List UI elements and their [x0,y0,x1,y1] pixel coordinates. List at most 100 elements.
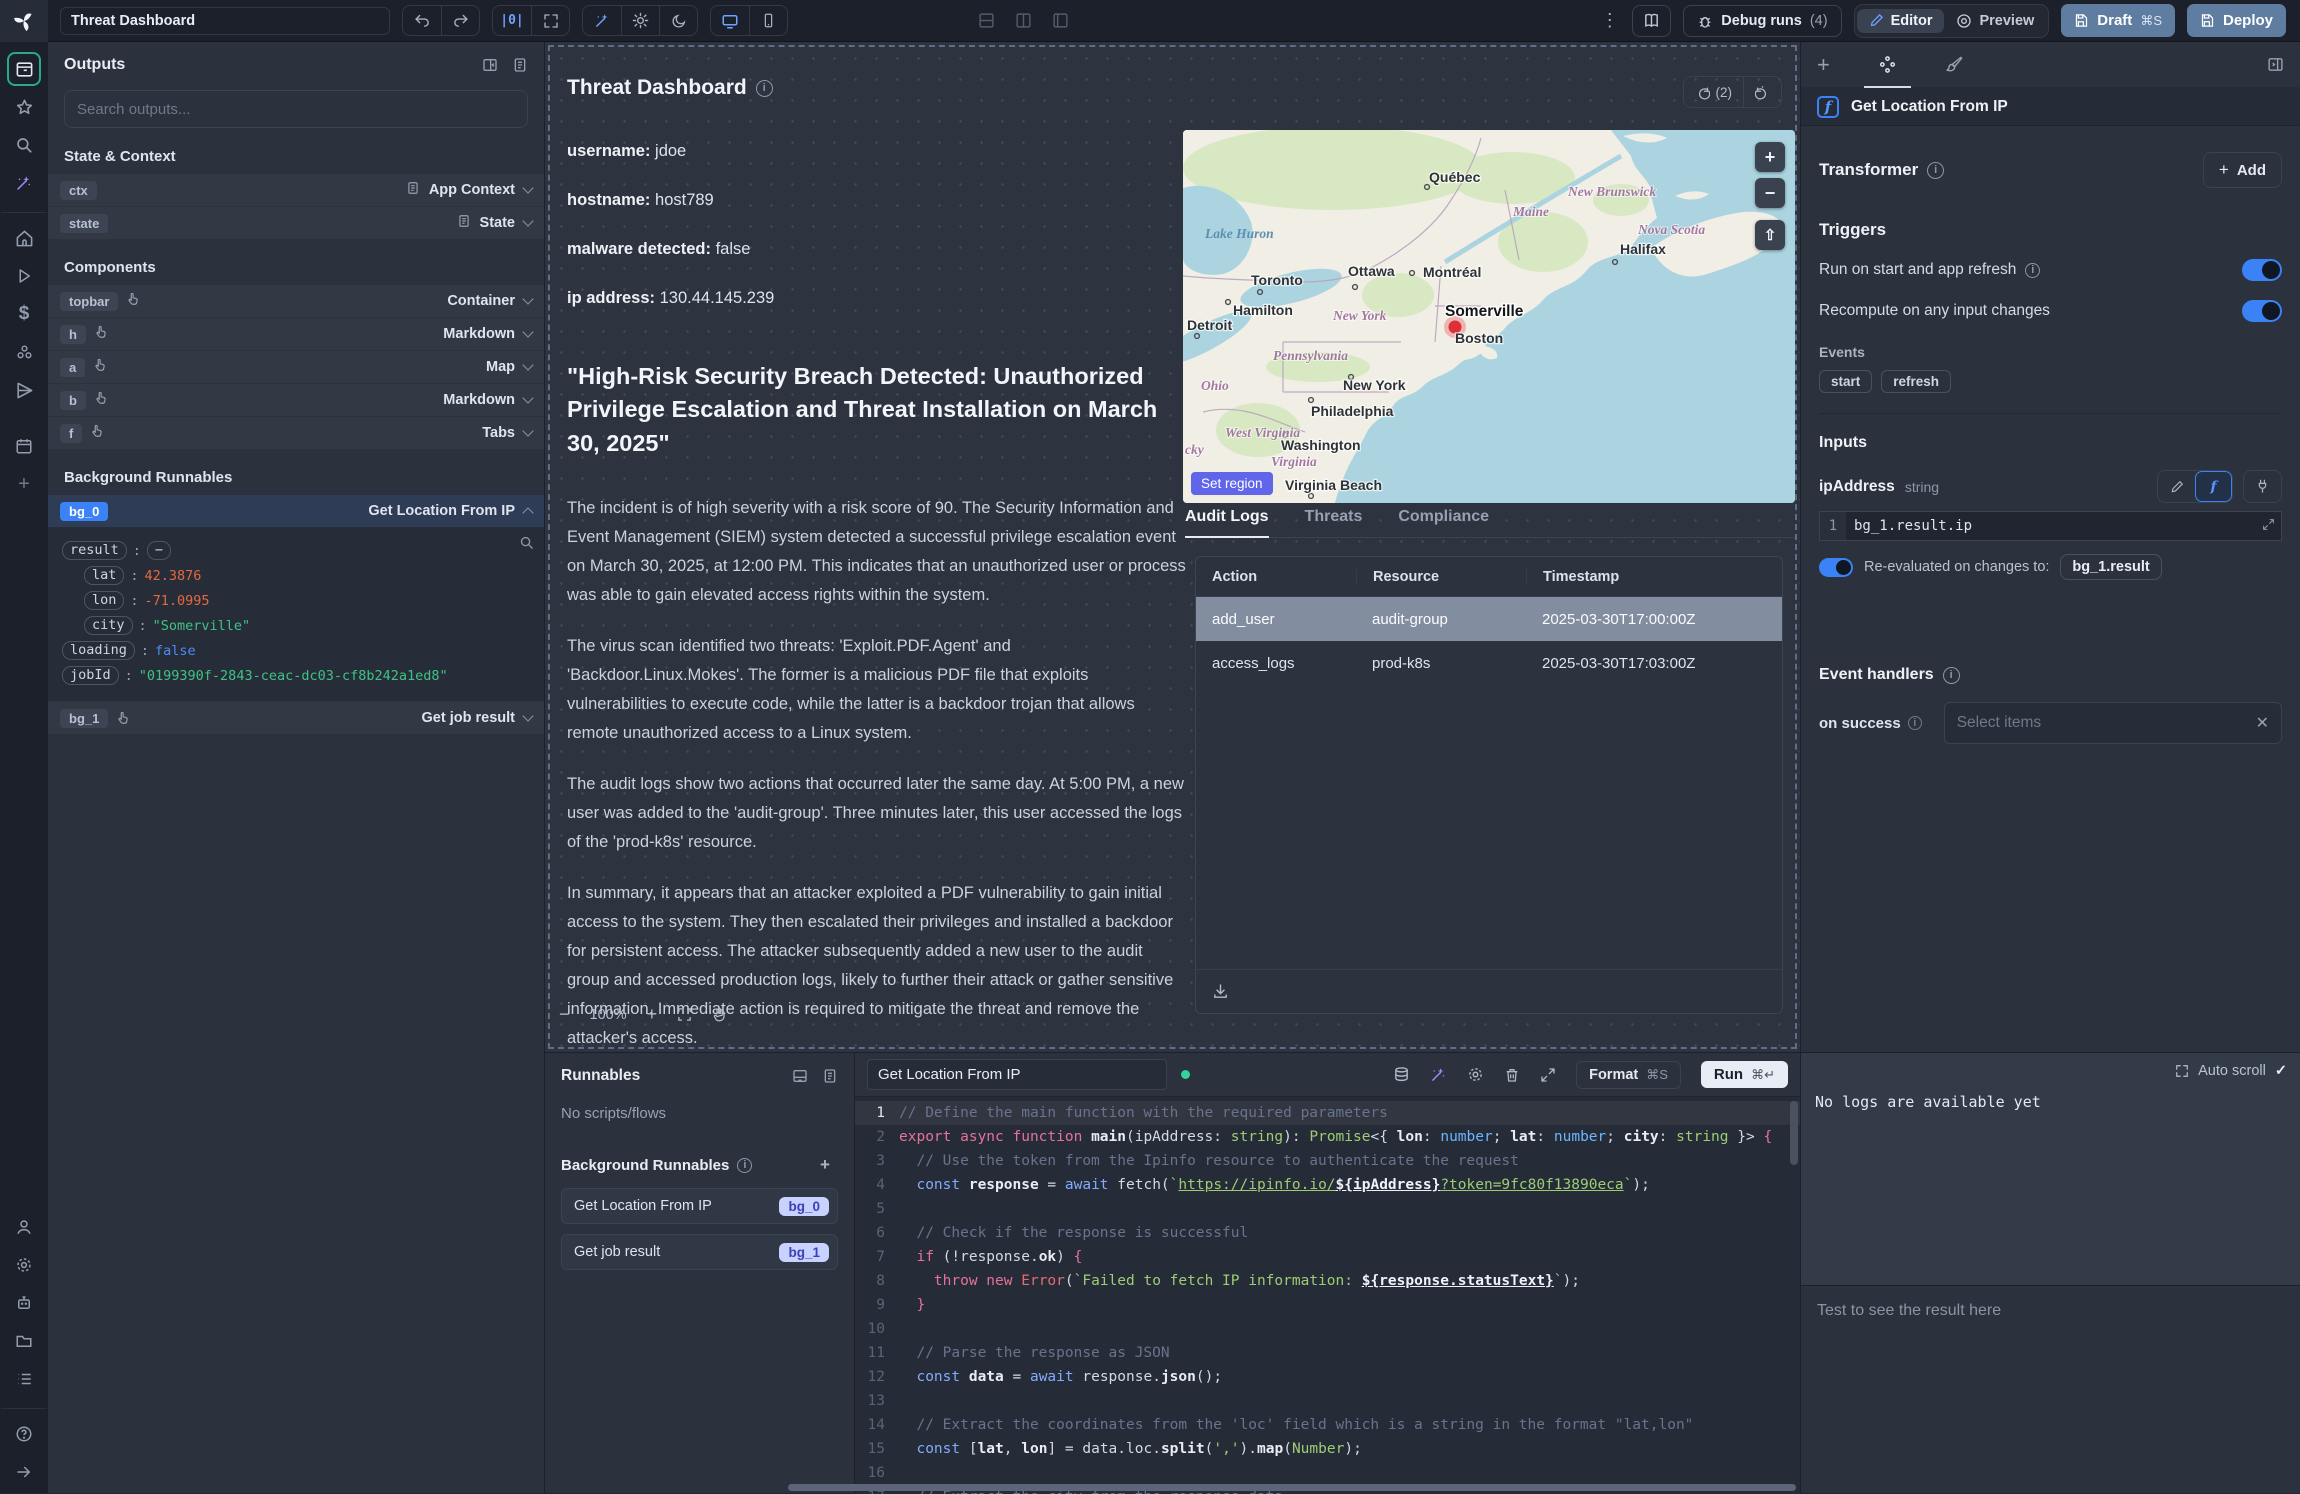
expand-logs-icon[interactable] [2175,1064,2189,1078]
json-search-icon[interactable] [519,535,534,550]
auto-scroll-checkbox[interactable]: ✓ [2275,1063,2287,1079]
apps-nav-icon[interactable] [7,52,41,86]
editor-settings-icon[interactable] [1467,1066,1484,1083]
runnable-name-input[interactable]: Get Location From IP [867,1059,1167,1090]
markdown-component-h[interactable]: username: jdoehostname: host789malware d… [567,142,1167,338]
component-row-a[interactable]: aMap [48,350,544,383]
map-locate-button[interactable]: ⇧ [1755,220,1785,250]
workers-robot-icon[interactable] [7,1286,41,1320]
bg0-output-row[interactable]: bg_0 Get Location From IP [48,494,544,527]
redo-button[interactable] [441,6,479,35]
fit-view-icon[interactable] [677,1007,692,1022]
mobile-view-icon[interactable] [749,6,787,35]
insert-component-tab[interactable]: + [1817,42,1830,88]
component-row-topbar[interactable]: topbarContainer [48,284,544,317]
on-success-select[interactable]: Select items ✕ [1944,702,2282,744]
doc-runnables-icon[interactable] [822,1068,838,1084]
json-node-jobId[interactable]: jobId:"0199390f-2843-ceac-dc03-cf8b242a1… [62,666,530,685]
magic-theme-icon[interactable] [583,6,621,35]
debug-runs-button[interactable]: Debug runs(4) [1683,5,1841,37]
search-outputs-input[interactable]: Search outputs... [64,90,528,128]
calendar-nav-icon[interactable] [7,429,41,463]
preview-tab[interactable]: Preview [1944,9,2046,33]
selected-component-header[interactable]: f Get Location From IP [1801,88,2300,126]
format-button[interactable]: Format⌘S [1576,1061,1681,1089]
event-badge-refresh[interactable]: refresh [1881,370,1951,393]
reeval-dependency-badge[interactable]: bg_1.result [2060,554,2161,580]
component-settings-tab[interactable] [1878,42,1897,88]
home-nav-icon[interactable] [7,221,41,255]
grid-layout-icon[interactable] [978,12,995,29]
json-node-lon[interactable]: lon:-71.0995 [62,591,530,610]
pan-hand-icon[interactable] [712,1007,727,1022]
input-expression[interactable]: 1 bg_1.result.ip [1819,511,2282,541]
user-icon[interactable] [7,1210,41,1244]
bottom-horizontal-scrollbar[interactable] [788,1484,1796,1491]
box-layout-icon[interactable] [1052,12,1069,29]
output-row-state[interactable]: stateState [48,206,544,239]
ai-wand-icon[interactable] [7,166,41,200]
deploy-button[interactable]: Deploy [2187,4,2286,37]
folders-icon[interactable] [7,1324,41,1358]
doc-panel-icon[interactable] [512,57,528,73]
recompute-button[interactable] [1743,77,1781,107]
database-icon[interactable] [1393,1066,1410,1083]
bg1-output-row[interactable]: bg_1 Get job result [48,701,544,734]
runs-nav-icon[interactable] [7,259,41,293]
run-on-start-toggle[interactable] [2242,259,2282,281]
search-icon[interactable] [7,128,41,162]
schedules-nav-icon[interactable] [7,373,41,407]
ai-edit-icon[interactable] [1430,1066,1447,1083]
run-button[interactable]: Run⌘↵ [1701,1061,1788,1088]
light-mode-icon[interactable] [621,6,659,35]
collapse-runnables-icon[interactable] [792,1068,808,1084]
dark-mode-icon[interactable] [659,6,697,35]
logs-list-icon[interactable] [7,1362,41,1396]
output-row-ctx[interactable]: ctxApp Context [48,173,544,206]
json-node-result[interactable]: result:− [62,541,530,560]
bg-runnable-item-bg_0[interactable]: Get Location From IPbg_0 [561,1188,838,1224]
set-region-button[interactable]: Set region [1191,472,1273,495]
connect-input-icon[interactable] [2244,471,2281,502]
map-zoom-in-button[interactable]: + [1755,142,1785,172]
table-header-timestamp[interactable]: Timestamp [1526,569,1776,585]
expand-expression-icon[interactable] [2262,518,2275,531]
expand-canvas-icon[interactable] [531,6,569,35]
zoom-out-icon[interactable]: − [559,1004,570,1025]
component-row-f[interactable]: fTabs [48,416,544,449]
help-icon[interactable] [7,1417,41,1451]
component-row-h[interactable]: hMarkdown [48,317,544,350]
download-table-icon[interactable] [1212,983,1229,1000]
editor-tab[interactable]: Editor [1857,9,1945,33]
json-node-loading[interactable]: loading:false [62,641,530,660]
docs-button[interactable] [1632,5,1671,37]
static-input-icon[interactable] [2158,471,2195,502]
more-menu-icon[interactable]: ⋮ [1600,10,1620,31]
collapse-inspector-icon[interactable] [2267,42,2284,88]
collapse-rail-icon[interactable] [7,1455,41,1489]
eval-input-icon[interactable]: f [2195,471,2232,502]
table-header-resource[interactable]: Resource [1356,569,1526,585]
tab-audit-logs[interactable]: Audit Logs [1185,508,1269,526]
tab-compliance[interactable]: Compliance [1398,508,1489,526]
bg-runnable-item-bg_1[interactable]: Get job resultbg_1 [561,1234,838,1270]
map-zoom-out-button[interactable]: − [1755,178,1785,208]
delete-runnable-icon[interactable] [1504,1067,1520,1083]
refresh-app-button[interactable]: (2) [1684,77,1744,107]
json-node-city[interactable]: city:"Somerville" [62,616,530,635]
tab-threats[interactable]: Threats [1305,508,1363,526]
add-transformer-button[interactable]: +Add [2203,152,2282,188]
add-background-runnable-button[interactable]: + [812,1152,838,1178]
markdown-component-b[interactable]: "High-Risk Security Breach Detected: Una… [567,360,1187,1075]
windmill-logo[interactable] [0,0,48,42]
zero-padding-icon[interactable]: |0| [493,6,531,35]
clear-select-icon[interactable]: ✕ [2256,713,2269,733]
table-row[interactable]: add_useraudit-group2025-03-30T17:00:00Z [1196,597,1782,641]
undo-button[interactable] [403,6,441,35]
add-nav-icon[interactable]: + [7,467,41,501]
app-title-input[interactable]: Threat Dashboard [60,7,390,35]
component-row-b[interactable]: bMarkdown [48,383,544,416]
table-header-action[interactable]: Action [1196,569,1356,585]
favorites-icon[interactable] [7,90,41,124]
columns-layout-icon[interactable] [1015,12,1032,29]
